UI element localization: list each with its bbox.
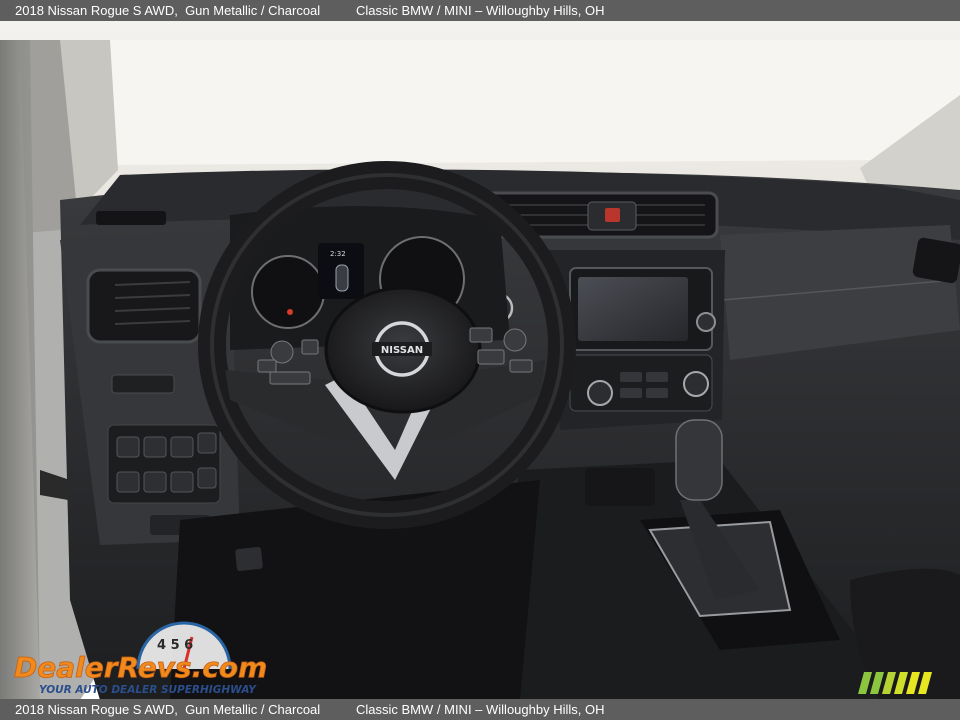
caption-vehicle: 2018 Nissan Rogue S AWD, Gun Metallic / … xyxy=(15,702,321,717)
dealer-stripe-logo xyxy=(858,672,932,694)
cluster-time: 2:32 xyxy=(330,250,346,258)
interior-photo: 2:32 NISSAN 4 5 6 DealerRevs.com YOUR AU… xyxy=(0,21,960,699)
caption-dealer: Classic BMW / MINI – Willoughby Hills, O… xyxy=(356,702,605,717)
caption-vehicle: 2018 Nissan Rogue S AWD, Gun Metallic / … xyxy=(15,3,321,18)
watermark-tagline: YOUR AUTO DEALER SUPERHIGHWAY xyxy=(39,684,257,696)
dealerrevs-watermark-logo: 4 5 6 DealerRevs.com YOUR AUTO DEALER SU… xyxy=(14,621,268,696)
watermark-brand: DealerRevs.com xyxy=(14,651,267,684)
caption-bar-top: 2018 Nissan Rogue S AWD, Gun Metallic / … xyxy=(0,0,960,21)
nissan-badge: NISSAN xyxy=(381,345,423,356)
caption-bar-bottom: 2018 Nissan Rogue S AWD, Gun Metallic / … xyxy=(0,699,960,720)
caption-dealer: Classic BMW / MINI – Willoughby Hills, O… xyxy=(356,3,605,18)
